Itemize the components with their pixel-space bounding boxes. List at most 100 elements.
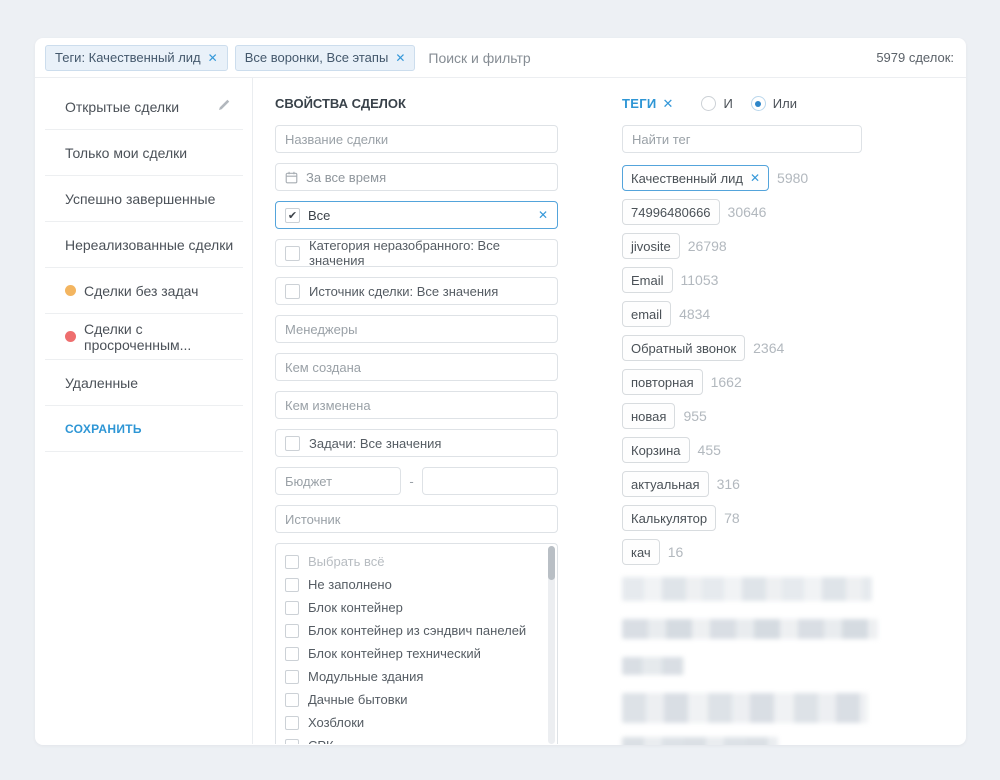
- tag-count: 316: [717, 476, 740, 492]
- option-checkbox[interactable]: [285, 578, 299, 592]
- modified-by-input[interactable]: [275, 391, 558, 419]
- sidebar-item-open-deals[interactable]: Открытые сделки: [45, 84, 243, 130]
- clear-pipeline-icon[interactable]: ✕: [538, 209, 548, 221]
- tag-count: 11053: [681, 272, 719, 288]
- listbox-scrollbar[interactable]: [548, 546, 555, 744]
- tag-count: 5980: [777, 170, 808, 186]
- budget-from-input[interactable]: [275, 467, 401, 495]
- tag-count: 26798: [688, 238, 727, 254]
- redacted-tag-row: [622, 619, 878, 639]
- deal-source-checkbox[interactable]: [285, 284, 300, 299]
- remove-tag-icon[interactable]: ✕: [750, 172, 760, 184]
- tag-callback[interactable]: Обратный звонок: [622, 335, 745, 361]
- filter-chip-tags[interactable]: Теги: Качественный лид ✕: [45, 45, 228, 71]
- option-checkbox[interactable]: [285, 739, 299, 745]
- radio-and[interactable]: [701, 96, 716, 111]
- option-checkbox[interactable]: [285, 716, 299, 730]
- tag-row: Email 11053: [622, 267, 966, 293]
- deal-source-field[interactable]: Источник сделки: Все значения: [275, 277, 558, 305]
- edit-icon[interactable]: [217, 98, 231, 115]
- tag-cart[interactable]: Корзина: [622, 437, 690, 463]
- tag-row: email 4834: [622, 301, 966, 327]
- redacted-tag-row: [622, 657, 684, 675]
- option-dacha-cabins[interactable]: Дачные бытовки: [285, 688, 557, 711]
- tag-quality-lead[interactable]: Качественный лид ✕: [622, 165, 769, 191]
- sidebar-item-deals-no-tasks[interactable]: Сделки без задач: [45, 268, 243, 314]
- tag-search-input[interactable]: [622, 125, 862, 153]
- deals-count: 5979 сделок:: [876, 50, 954, 65]
- red-dot-icon: [65, 331, 76, 342]
- tag-email-capital[interactable]: Email: [622, 267, 673, 293]
- redacted-tag-row: [622, 693, 868, 723]
- option-checkbox[interactable]: [285, 693, 299, 707]
- tag-jivosite[interactable]: jivosite: [622, 233, 680, 259]
- pipeline-select-field[interactable]: ✔ Все ✕: [275, 201, 558, 229]
- option-checkbox[interactable]: [285, 624, 299, 638]
- radio-or-label: Или: [773, 96, 797, 111]
- option-checkbox[interactable]: [285, 555, 299, 569]
- radio-and-label: И: [723, 96, 732, 111]
- option-block-container-technical[interactable]: Блок контейнер технический: [285, 642, 557, 665]
- sidebar-item-deleted[interactable]: Удаленные: [45, 360, 243, 406]
- remove-funnels-filter-icon[interactable]: ✕: [395, 52, 405, 64]
- option-checkbox[interactable]: [285, 670, 299, 684]
- saved-filters-sidebar: Открытые сделки Только мои сделки Успешн…: [35, 78, 253, 744]
- remove-tags-filter-icon[interactable]: ✕: [208, 52, 218, 64]
- tag-actual[interactable]: актуальная: [622, 471, 709, 497]
- created-by-input[interactable]: [275, 353, 558, 381]
- checked-checkbox-icon[interactable]: ✔: [285, 208, 300, 223]
- filter-chip-funnels-label: Все воронки, Все этапы: [245, 50, 389, 65]
- filter-chip-funnels[interactable]: Все воронки, Все этапы ✕: [235, 45, 416, 71]
- tag-repeat[interactable]: повторная: [622, 369, 703, 395]
- tag-row: Обратный звонок 2364: [622, 335, 966, 361]
- tag-count: 1662: [711, 374, 742, 390]
- option-checkbox[interactable]: [285, 647, 299, 661]
- option-checkbox[interactable]: [285, 601, 299, 615]
- properties-title: СВОЙСТВА СДЕЛОК: [275, 96, 580, 111]
- deal-name-input[interactable]: [275, 125, 558, 153]
- option-modular-buildings[interactable]: Модульные здания: [285, 665, 557, 688]
- option-not-filled[interactable]: Не заполнено: [285, 573, 557, 596]
- search-filter-title: Поиск и фильтр: [428, 50, 530, 66]
- budget-to-input[interactable]: [422, 467, 558, 495]
- unsorted-label: Категория неразобранного: Все значения: [309, 238, 548, 268]
- tags-title: ТЕГИ: [622, 96, 657, 111]
- sidebar-item-won-deals[interactable]: Успешно завершенные: [45, 176, 243, 222]
- option-srk[interactable]: СРК: [285, 734, 557, 744]
- calendar-icon: [285, 171, 298, 184]
- tag-row: Корзина 455: [622, 437, 966, 463]
- budget-range-separator: -: [401, 474, 422, 489]
- sidebar-item-my-deals[interactable]: Только мои сделки: [45, 130, 243, 176]
- tag-email-lower[interactable]: email: [622, 301, 671, 327]
- option-block-container[interactable]: Блок контейнер: [285, 596, 557, 619]
- filter-chip-tags-label: Теги: Качественный лид: [55, 50, 201, 65]
- option-sheds[interactable]: Хозблоки: [285, 711, 557, 734]
- tag-calculator[interactable]: Калькулятор: [622, 505, 716, 531]
- selected-tag-row: Качественный лид ✕ 5980: [622, 165, 966, 191]
- option-select-all[interactable]: Выбрать всё: [285, 550, 557, 573]
- date-range-field[interactable]: За все время: [275, 163, 558, 191]
- source-input[interactable]: [275, 505, 558, 533]
- unsorted-category-field[interactable]: Категория неразобранного: Все значения: [275, 239, 558, 267]
- listbox-scrollbar-thumb[interactable]: [548, 546, 555, 580]
- tasks-field[interactable]: Задачи: Все значения: [275, 429, 558, 457]
- tag-row: 74996480666 30646: [622, 199, 966, 225]
- deal-properties-column: СВОЙСТВА СДЕЛОК За все время ✔ Все ✕: [253, 78, 580, 744]
- product-options-listbox: Выбрать всё Не заполнено Блок контейнер …: [275, 543, 558, 744]
- managers-input[interactable]: [275, 315, 558, 343]
- clear-tags-icon[interactable]: ✕: [663, 97, 674, 110]
- filter-topbar: Теги: Качественный лид ✕ Все воронки, Вс…: [35, 38, 966, 78]
- tag-row: jivosite 26798: [622, 233, 966, 259]
- option-block-container-sandwich[interactable]: Блок контейнер из сэндвич панелей: [285, 619, 557, 642]
- sidebar-item-deals-overdue[interactable]: Сделки с просроченным...: [45, 314, 243, 360]
- sidebar-item-lost-deals[interactable]: Нереализованные сделки: [45, 222, 243, 268]
- tag-kach[interactable]: кач: [622, 539, 660, 565]
- unsorted-checkbox[interactable]: [285, 246, 300, 261]
- save-filter-button[interactable]: СОХРАНИТЬ: [45, 406, 243, 452]
- tag-count: 78: [724, 510, 740, 526]
- tag-count: 2364: [753, 340, 784, 356]
- tasks-checkbox[interactable]: [285, 436, 300, 451]
- radio-or[interactable]: [751, 96, 766, 111]
- tag-new[interactable]: новая: [622, 403, 675, 429]
- tag-phone[interactable]: 74996480666: [622, 199, 720, 225]
